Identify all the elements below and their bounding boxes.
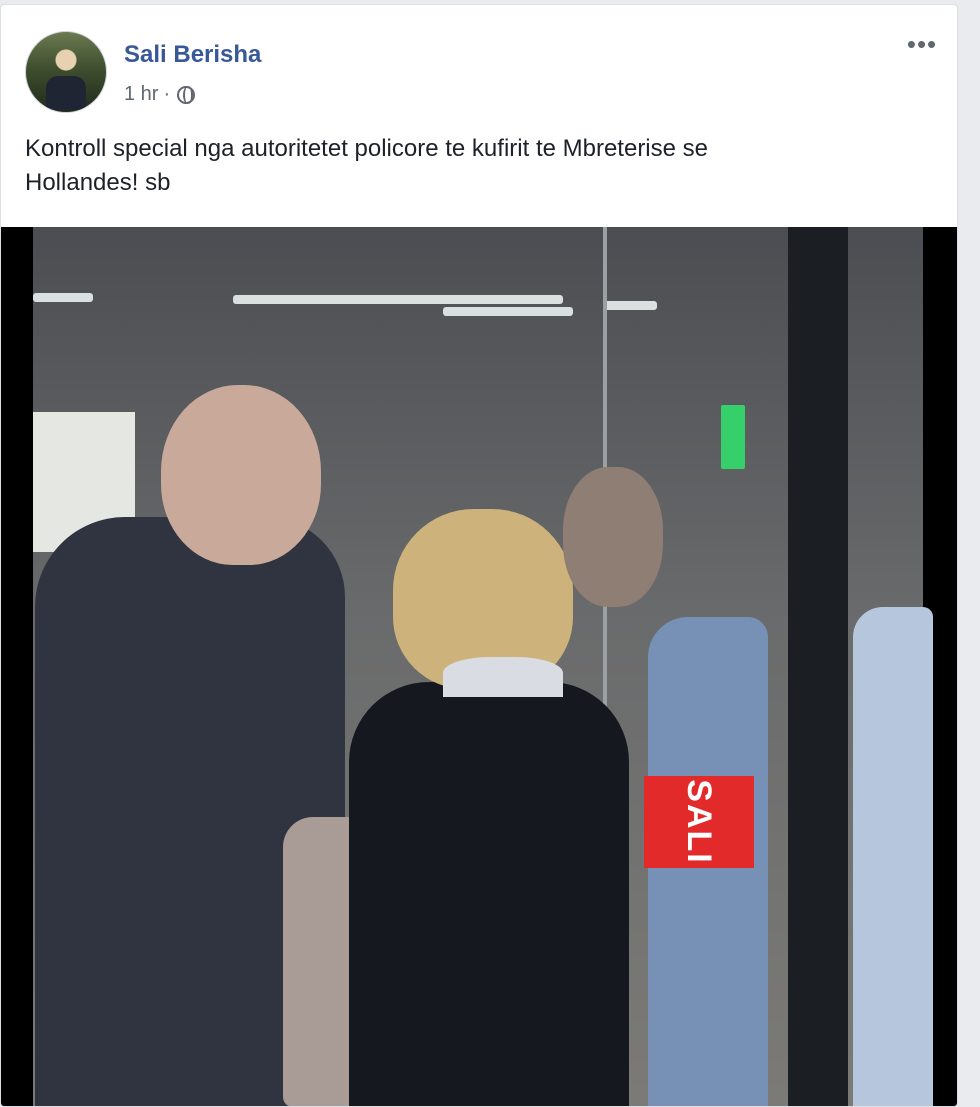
- post-text-line-2: Hollandes! sb: [25, 169, 171, 196]
- post-card: Sali Berisha 1 hr · ••• Kontroll special…: [0, 4, 958, 1107]
- globe-icon[interactable]: [177, 85, 196, 104]
- red-sign: SALI: [644, 776, 754, 868]
- ceiling-light: [603, 301, 657, 310]
- post-text: Kontroll special nga autoritetet policor…: [25, 132, 905, 200]
- post-header: Sali Berisha 1 hr ·: [25, 31, 925, 113]
- green-sign: [721, 405, 745, 469]
- author-name[interactable]: Sali Berisha: [124, 41, 261, 69]
- more-options-icon[interactable]: •••: [905, 31, 939, 63]
- ceiling-light: [33, 293, 93, 302]
- timestamp[interactable]: 1 hr: [124, 83, 158, 106]
- woman-figure: [349, 682, 629, 1106]
- woman-collar: [443, 657, 563, 697]
- man-head: [161, 385, 321, 565]
- post-text-line-1: Kontroll special nga autoritetet policor…: [25, 135, 709, 162]
- door-frame: [788, 227, 848, 1106]
- post-photo[interactable]: SALI: [1, 227, 957, 1106]
- photo-image: SALI: [33, 227, 933, 1106]
- meta-separator: ·: [163, 83, 171, 105]
- ceiling-light: [233, 295, 563, 304]
- officer-head: [563, 467, 663, 607]
- post-meta: 1 hr ·: [124, 83, 196, 106]
- avatar[interactable]: [25, 31, 107, 113]
- second-officer: [853, 607, 933, 1106]
- ceiling-light: [443, 307, 573, 316]
